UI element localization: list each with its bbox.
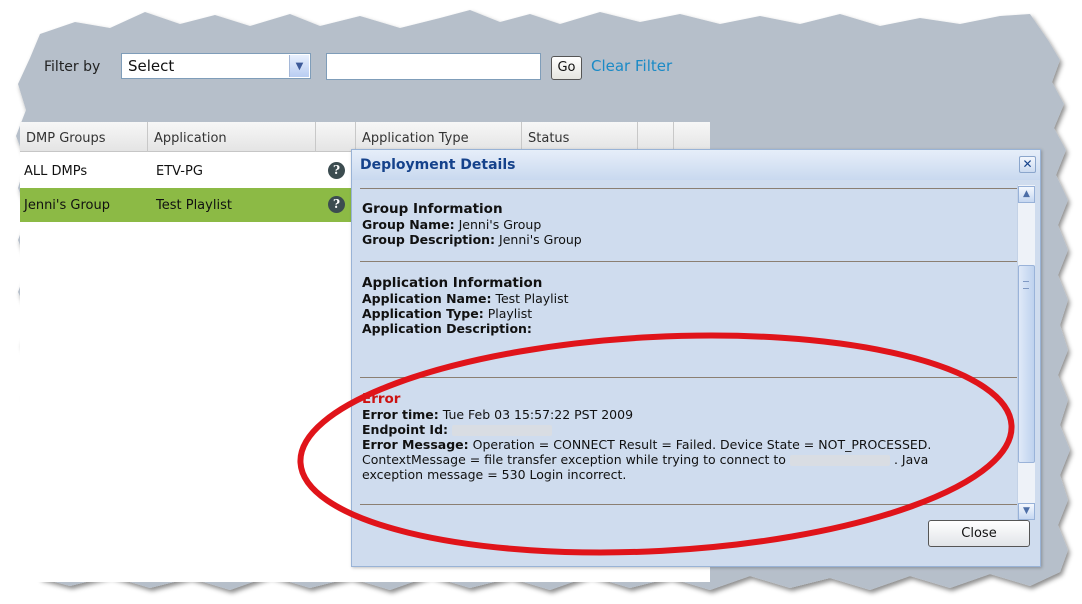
application-name-key: Application Name: xyxy=(362,291,492,306)
group-description-key: Group Description: xyxy=(362,232,496,247)
group-description-value: Jenni's Group xyxy=(499,232,582,247)
filter-select[interactable]: Select ▼ xyxy=(121,53,311,79)
cell-application: Test Playlist xyxy=(156,198,232,213)
chevron-down-icon[interactable]: ▼ xyxy=(289,55,309,77)
error-message-line-2-end: . Java xyxy=(893,452,929,467)
application-name-value: Test Playlist xyxy=(495,291,569,306)
endpoint-id-key: Endpoint Id: xyxy=(362,422,449,437)
close-button[interactable]: Close xyxy=(928,520,1030,547)
clear-filter-link[interactable]: Clear Filter xyxy=(591,57,672,75)
grip-icon xyxy=(1023,281,1029,289)
scroll-down-icon[interactable]: ▼ xyxy=(1018,503,1035,520)
error-message-line-3: exception message = 530 Login incorrect. xyxy=(362,467,627,482)
info-icon[interactable]: ? xyxy=(328,162,345,179)
table-row[interactable]: ALL DMPs ETV-PG ? xyxy=(20,154,360,188)
error-message-line-2: ContextMessage = file transfer exception… xyxy=(362,452,786,467)
column-header-status[interactable]: Status xyxy=(522,122,638,152)
column-header-application-type[interactable]: Application Type xyxy=(356,122,522,152)
table-header: DMP Groups Application Application Type … xyxy=(20,122,710,152)
scroll-up-icon[interactable]: ▲ xyxy=(1018,186,1035,203)
dialog-content: Group Information Group Name: Jenni's Gr… xyxy=(360,182,1024,521)
dialog-titlebar: Deployment Details ✕ xyxy=(352,150,1040,180)
info-icon[interactable]: ? xyxy=(328,196,345,213)
table-row-selected[interactable]: Jenni's Group Test Playlist ? xyxy=(20,188,360,222)
application-description-key: Application Description: xyxy=(362,321,532,336)
group-information-section: Group Information Group Name: Jenni's Gr… xyxy=(362,201,582,248)
group-name-key: Group Name: xyxy=(362,217,455,232)
section-divider xyxy=(360,377,1024,378)
filter-by-label: Filter by xyxy=(44,59,101,75)
application-type-key: Application Type: xyxy=(362,306,484,321)
error-time-key: Error time: xyxy=(362,407,439,422)
filter-select-value: Select xyxy=(128,57,175,75)
cell-dmp-group: ALL DMPs xyxy=(24,164,88,179)
cell-application: ETV-PG xyxy=(156,164,203,179)
application-type-value: Playlist xyxy=(487,306,533,321)
filter-bar: Filter by xyxy=(44,52,106,82)
deployment-details-dialog: Deployment Details ✕ Group Information G… xyxy=(351,149,1041,567)
close-icon[interactable]: ✕ xyxy=(1019,156,1036,173)
error-time-value: Tue Feb 03 15:57:22 PST 2009 xyxy=(442,407,634,422)
cell-dmp-group: Jenni's Group xyxy=(24,198,110,213)
section-divider xyxy=(360,504,1024,505)
section-divider xyxy=(360,261,1024,262)
redacted-endpoint-id xyxy=(452,425,553,436)
column-header-icon[interactable] xyxy=(316,122,356,152)
dialog-scrollbar[interactable]: ▲ ▼ xyxy=(1017,185,1035,520)
dialog-title: Deployment Details xyxy=(360,157,516,173)
group-name-value: Jenni's Group xyxy=(458,217,542,232)
column-header-dmp-groups[interactable]: DMP Groups xyxy=(20,122,148,152)
go-button[interactable]: Go xyxy=(551,56,582,80)
filter-text-input[interactable] xyxy=(326,53,541,80)
group-information-heading: Group Information xyxy=(362,201,503,217)
error-message-key: Error Message: xyxy=(362,437,469,452)
column-header-extra-2[interactable] xyxy=(674,122,710,152)
error-section: Error Error time: Tue Feb 03 15:57:22 PS… xyxy=(362,391,932,483)
column-header-extra-1[interactable] xyxy=(638,122,674,152)
section-divider xyxy=(360,188,1024,189)
application-information-section: Application Information Application Name… xyxy=(362,275,569,337)
column-header-application[interactable]: Application xyxy=(148,122,316,152)
scroll-thumb[interactable] xyxy=(1018,265,1035,463)
error-message-line-1: Operation = CONNECT Result = Failed. Dev… xyxy=(472,437,932,452)
redacted-host xyxy=(789,455,890,466)
error-heading: Error xyxy=(362,391,401,407)
application-information-heading: Application Information xyxy=(362,275,543,291)
